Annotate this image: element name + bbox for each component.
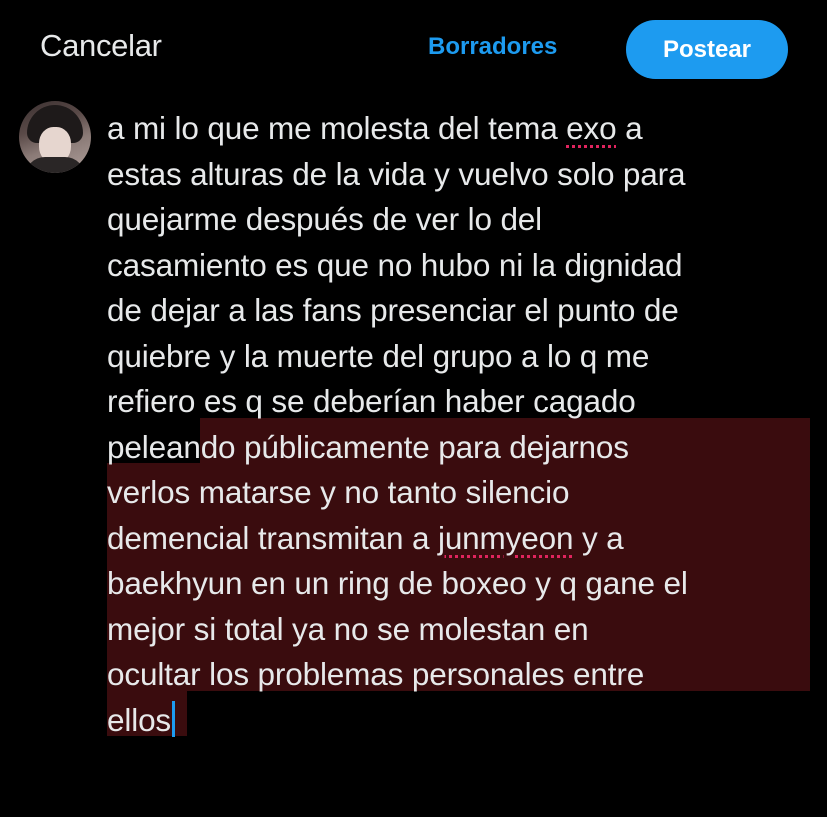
text-line: peleando públicamente para dejarnos [107, 428, 629, 465]
text-line: quiebre y la muerte del grupo a lo q me [107, 337, 650, 374]
user-avatar[interactable] [19, 101, 91, 173]
text-cursor [172, 700, 176, 737]
text-line: refiero es q se deberían haber cagado [107, 383, 636, 419]
misspelled-word[interactable]: exo [566, 110, 616, 146]
text-line: ocultar los problemas personales entre [107, 656, 645, 692]
text-line: verlos matarse y no tanto silencio [107, 474, 570, 510]
misspelled-word[interactable]: junmyeon [438, 520, 574, 556]
compose-text-area[interactable]: a mi lo que me molesta del tema exo a es… [107, 106, 819, 743]
text-line: casamiento es que no hubo ni la dignidad [107, 246, 683, 283]
text-line: a mi lo que me molesta del tema exo a [107, 110, 643, 146]
avatar-shirt [25, 157, 85, 173]
text-line: ellos [107, 698, 819, 744]
text-line: mejor si total ya no se molestan en [107, 610, 589, 647]
text-line: quejarme después de ver lo del [107, 201, 543, 237]
post-button[interactable]: Postear [626, 20, 788, 79]
compose-header: Cancelar Borradores Postear [0, 0, 827, 100]
text-line: de dejar a las fans presenciar el punto … [107, 292, 679, 328]
text-line: demencial transmitan a junmyeon y a [107, 519, 624, 556]
cancel-button[interactable]: Cancelar [40, 28, 162, 64]
drafts-button[interactable]: Borradores [428, 33, 557, 61]
text-line: baekhyun en un ring de boxeo y q gane el [107, 565, 688, 601]
text-line: estas alturas de la vida y vuelvo solo p… [107, 155, 686, 192]
